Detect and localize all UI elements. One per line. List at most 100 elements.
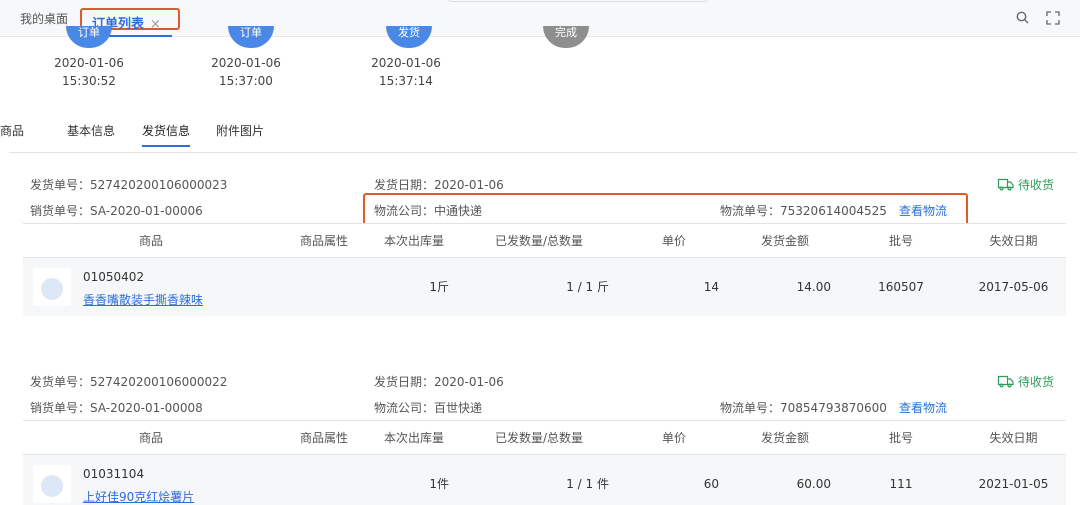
truck-icon	[997, 375, 1014, 388]
sale-no-label: 销货单号：	[30, 204, 91, 218]
shipment-items-table: 商品 商品属性 本次出库量 已发数量/总数量 单价 发货金额 批号 失效日期 0…	[23, 420, 1066, 505]
flow-step-time: 15:37:14	[379, 74, 433, 88]
shipment-items-table: 商品 商品属性 本次出库量 已发数量/总数量 单价 发货金额 批号 失效日期 0…	[23, 223, 1066, 316]
subtab-shipping-info[interactable]: 发货信息	[142, 122, 191, 147]
ship-date-label: 发货日期：	[374, 178, 435, 192]
column-header: 商品	[23, 223, 279, 258]
ship-date: 发货日期：2020-01-06	[374, 176, 504, 193]
tab-my-desktop[interactable]: 我的桌面	[20, 8, 68, 30]
ship-no: 发货单号：527420200106000023	[30, 176, 227, 193]
image-placeholder-icon	[41, 278, 63, 300]
ship-no-value: 527420200106000023	[90, 178, 228, 192]
column-header: 发货金额	[729, 420, 841, 455]
close-icon[interactable]: ×	[150, 14, 161, 36]
flow-step-done-icon: 完成	[543, 26, 589, 48]
tracking-no: 物流单号：70854793870600	[720, 399, 887, 416]
unit-price: 60	[619, 454, 729, 505]
column-header: 商品属性	[279, 223, 369, 258]
flow-step-time: 15:30:52	[62, 74, 116, 88]
table-header-row: 商品 商品属性 本次出库量 已发数量/总数量 单价 发货金额 批号 失效日期	[23, 223, 1066, 258]
product-name-link[interactable]: 上好佳90克红烩薯片	[83, 488, 194, 505]
truck-icon	[997, 178, 1014, 191]
column-header: 批号	[841, 420, 961, 455]
flow-step-ship-icon: 发货	[386, 26, 432, 48]
ship-no-label: 发货单号：	[30, 375, 91, 389]
column-header: 已发数量/总数量	[459, 223, 619, 258]
ship-date: 发货日期：2020-01-06	[374, 373, 504, 390]
flow-step-date: 2020-01-06	[54, 56, 124, 70]
column-header: 单价	[619, 223, 729, 258]
flow-step-date: 2020-01-06	[371, 56, 441, 70]
column-header: 本次出库量	[369, 223, 459, 258]
subtab-products[interactable]: 商品	[0, 122, 24, 139]
product-thumbnail	[33, 268, 71, 306]
product-code: 01050402	[83, 270, 145, 284]
expiry-date: 2017-05-06	[961, 257, 1066, 316]
column-header: 单价	[619, 420, 729, 455]
shipped-total: 1 / 1 件	[459, 454, 619, 505]
column-header: 已发数量/总数量	[459, 420, 619, 455]
column-header: 本次出库量	[369, 420, 459, 455]
flow-step-date: 2020-01-06	[211, 56, 281, 70]
shipped-total: 1 / 1 斤	[459, 257, 619, 316]
view-tracking-link[interactable]: 查看物流	[899, 399, 947, 416]
top-search-field[interactable]	[448, 0, 708, 2]
flow-step-order2-icon: 订单	[228, 26, 274, 48]
ship-amount: 14.00	[729, 257, 841, 316]
sale-no: 销货单号：SA-2020-01-00006	[30, 202, 203, 219]
status-badge: 待收货	[997, 372, 1054, 390]
ship-no: 发货单号：527420200106000022	[30, 373, 227, 390]
product-cell: 01031104 上好佳90克红烩薯片	[23, 454, 279, 505]
carrier: 物流公司：百世快递	[374, 399, 482, 416]
subtab-attachments[interactable]: 附件图片	[216, 122, 264, 139]
status-text: 待收货	[1018, 178, 1055, 192]
ship-no-value: 527420200106000022	[90, 375, 228, 389]
flow-step-label: 发货	[398, 26, 420, 39]
carrier-label: 物流公司：	[374, 401, 435, 415]
sale-no-label: 销货单号：	[30, 401, 91, 415]
sale-no-value: SA-2020-01-00008	[90, 401, 203, 415]
column-header: 失效日期	[961, 223, 1066, 258]
out-qty: 1件	[369, 454, 459, 505]
top-tab-bar: 我的桌面 订单列表 ×	[0, 0, 1080, 37]
table-header-row: 商品 商品属性 本次出库量 已发数量/总数量 单价 发货金额 批号 失效日期	[23, 420, 1066, 455]
product-attr	[279, 454, 369, 505]
product-attr	[279, 257, 369, 316]
ship-date-label: 发货日期：	[374, 375, 435, 389]
flow-step-time: 15:37:00	[219, 74, 273, 88]
ship-date-value: 2020-01-06	[434, 178, 504, 192]
column-header: 批号	[841, 223, 961, 258]
product-cell: 01050402 香香嘴散装手撕香辣味	[23, 257, 279, 316]
shipment-card: 发货单号：527420200106000022 销货单号：SA-2020-01-…	[9, 350, 1077, 505]
expiry-date: 2021-01-05	[961, 454, 1066, 505]
product-name-link[interactable]: 香香嘴散装手撕香辣味	[83, 291, 203, 308]
unit-price: 14	[619, 257, 729, 316]
ship-date-value: 2020-01-06	[434, 375, 504, 389]
flow-step-order-icon: 订单	[66, 26, 112, 48]
ship-amount: 60.00	[729, 454, 841, 505]
flow-step-label: 订单	[78, 26, 100, 39]
table-row: 01031104 上好佳90克红烩薯片 1件 1 / 1 件 60 60.00 …	[23, 454, 1066, 505]
sale-no-value: SA-2020-01-00006	[90, 204, 203, 218]
sale-no: 销货单号：SA-2020-01-00008	[30, 399, 203, 416]
search-icon[interactable]	[1016, 11, 1029, 24]
image-placeholder-icon	[41, 475, 63, 497]
status-text: 待收货	[1018, 375, 1055, 389]
fullscreen-icon[interactable]	[1046, 11, 1060, 25]
column-header: 失效日期	[961, 420, 1066, 455]
table-row: 01050402 香香嘴散装手撕香辣味 1斤 1 / 1 斤 14 14.00 …	[23, 257, 1066, 316]
tracking-no-value: 70854793870600	[780, 401, 887, 415]
column-header: 商品属性	[279, 420, 369, 455]
shipment-card: 发货单号：527420200106000023 销货单号：SA-2020-01-…	[9, 152, 1077, 322]
flow-step-label: 订单	[240, 26, 262, 39]
carrier-value: 百世快递	[434, 401, 483, 415]
subtab-basic-info[interactable]: 基本信息	[67, 122, 115, 139]
flow-step-label: 完成	[555, 26, 577, 39]
ship-no-label: 发货单号：	[30, 178, 91, 192]
product-code: 01031104	[83, 467, 145, 481]
tracking-no-label: 物流单号：	[720, 401, 781, 415]
out-qty: 1斤	[369, 257, 459, 316]
status-badge: 待收货	[997, 175, 1054, 193]
column-header: 商品	[23, 420, 279, 455]
column-header: 发货金额	[729, 223, 841, 258]
